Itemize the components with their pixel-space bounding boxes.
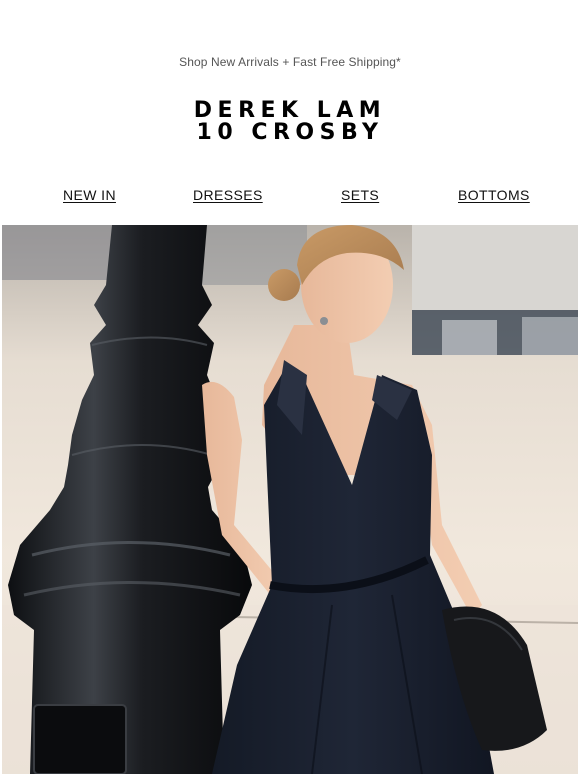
main-nav: NEW IN DRESSES SETS BOTTOMS — [0, 187, 580, 207]
brand-logo[interactable]: DEREK LAM 10 CROSBY — [0, 100, 580, 144]
promo-banner: Shop New Arrivals + Fast Free Shipping* — [0, 55, 580, 69]
promo-link[interactable]: Shop New Arrivals + Fast Free Shipping* — [179, 55, 401, 69]
nav-item-new-in[interactable]: NEW IN — [63, 187, 116, 203]
email-page: Shop New Arrivals + Fast Free Shipping* … — [0, 0, 580, 774]
hero-illustration — [2, 225, 578, 774]
brand-logo-line2: 10 CROSBY — [196, 120, 384, 145]
hero-image[interactable] — [2, 225, 578, 774]
nav-item-dresses[interactable]: DRESSES — [193, 187, 263, 203]
nav-item-bottoms[interactable]: BOTTOMS — [458, 187, 530, 203]
brand-logo-line1: DEREK LAM — [193, 98, 387, 123]
nav-item-sets[interactable]: SETS — [341, 187, 379, 203]
